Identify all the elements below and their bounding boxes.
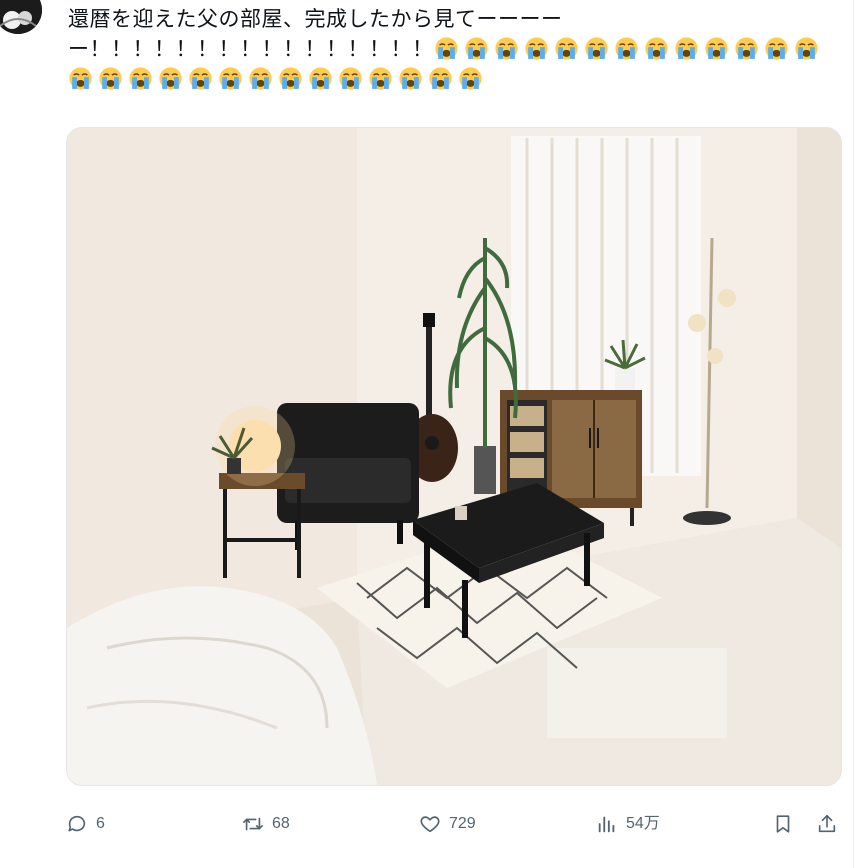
loudly-crying-face-icon <box>188 66 213 91</box>
loudly-crying-face-icon <box>458 66 483 91</box>
emoji-row <box>434 36 824 61</box>
views-count: 54万 <box>626 815 660 832</box>
retweet-count: 68 <box>272 815 290 832</box>
loudly-crying-face-icon <box>554 36 579 61</box>
tweet-photo[interactable] <box>66 127 842 786</box>
loudly-crying-face-icon <box>248 66 273 91</box>
tweet-actions: 6 68 729 54万 <box>66 806 846 842</box>
tweet-text-line1: 還暦を迎えた父の部屋、完成したから見てーーーー <box>68 8 563 31</box>
loudly-crying-face-icon <box>704 36 729 61</box>
avatar[interactable] <box>0 0 42 34</box>
tweet-text-line2: ー！！！！！！！！！！！！！！！！ <box>68 35 843 65</box>
like-count: 729 <box>449 815 476 832</box>
loudly-crying-face-icon <box>218 66 243 91</box>
heart-icon <box>420 816 440 833</box>
loudly-crying-face-icon <box>674 36 699 61</box>
share-icon <box>818 814 836 833</box>
loudly-crying-face-icon <box>278 66 303 91</box>
reply-icon <box>68 815 86 832</box>
loudly-crying-face-icon <box>434 36 459 61</box>
tweet-text: 還暦を迎えた父の部屋、完成したから見てーーーー ー！！！！！！！！！！！！！！！… <box>68 5 843 95</box>
timeline-divider <box>853 0 854 868</box>
loudly-crying-face-icon <box>128 66 153 91</box>
loudly-crying-face-icon <box>524 36 549 61</box>
bookmark-icon <box>776 815 790 833</box>
loudly-crying-face-icon <box>734 36 759 61</box>
loudly-crying-face-icon <box>464 36 489 61</box>
loudly-crying-face-icon <box>764 36 789 61</box>
loudly-crying-face-icon <box>98 66 123 91</box>
views-chart-icon <box>598 816 615 833</box>
bookmark-button[interactable] <box>772 806 794 842</box>
loudly-crying-face-icon <box>308 66 333 91</box>
loudly-crying-face-icon <box>794 36 819 61</box>
share-button[interactable] <box>816 806 838 842</box>
emoji-row <box>68 66 488 91</box>
loudly-crying-face-icon <box>338 66 363 91</box>
like-button[interactable]: 729 <box>419 806 476 842</box>
loudly-crying-face-icon <box>614 36 639 61</box>
loudly-crying-face-icon <box>644 36 669 61</box>
loudly-crying-face-icon <box>368 66 393 91</box>
loudly-crying-face-icon <box>584 36 609 61</box>
views-button[interactable]: 54万 <box>596 806 660 842</box>
retweet-button[interactable]: 68 <box>242 806 290 842</box>
reply-count: 6 <box>96 815 105 832</box>
loudly-crying-face-icon <box>428 66 453 91</box>
loudly-crying-face-icon <box>494 36 519 61</box>
loudly-crying-face-icon <box>68 66 93 91</box>
loudly-crying-face-icon <box>158 66 183 91</box>
retweet-icon <box>243 817 263 831</box>
room-photo <box>67 128 841 785</box>
tweet-text-exclaims: ー！！！！！！！！！！！！！！！！ <box>68 38 434 61</box>
tweet-text-line3 <box>68 65 843 95</box>
loudly-crying-face-icon <box>398 66 423 91</box>
reply-button[interactable]: 6 <box>66 806 105 842</box>
